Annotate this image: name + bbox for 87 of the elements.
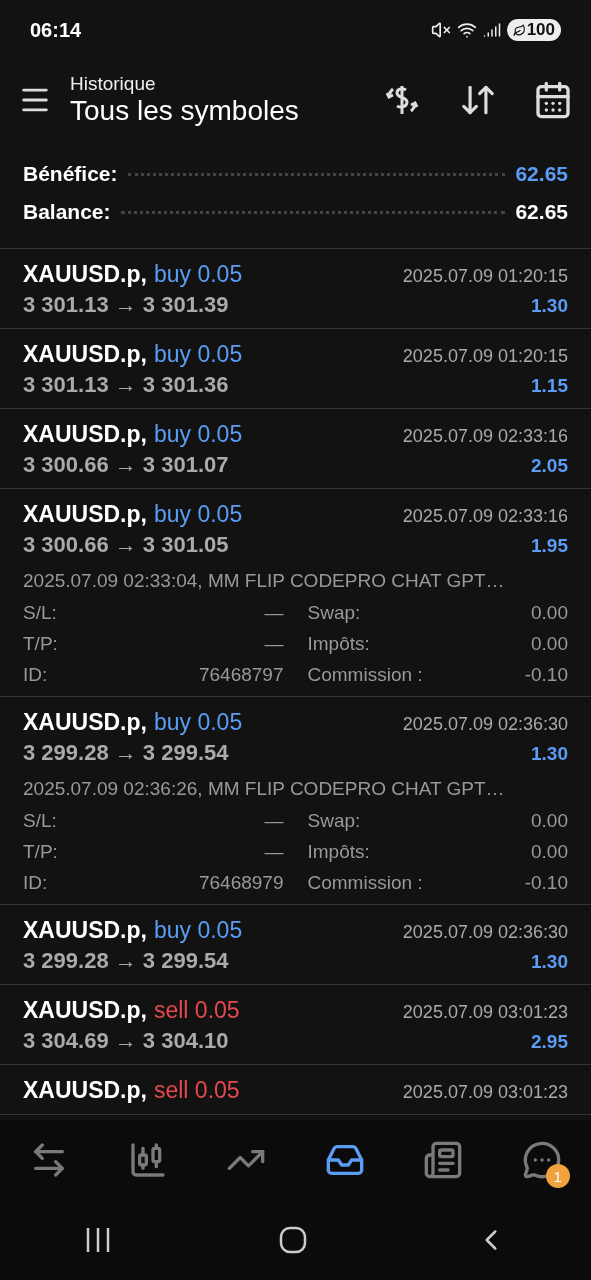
- detail-value: 76468979: [198, 872, 284, 894]
- trade-order: sell 0.05: [153, 997, 240, 1024]
- home-button[interactable]: [278, 1226, 307, 1254]
- detail-label: ID:: [23, 664, 48, 686]
- trade-profit: 1.30: [531, 295, 568, 317]
- trade-prices: 3 301.13 → 3 301.36: [23, 372, 229, 398]
- detail-label: Swap:: [307, 602, 361, 624]
- trade-profit: 2.05: [531, 455, 568, 477]
- detail-value: 76468797: [198, 664, 284, 686]
- trade-time: 2025.07.09 03:01:23: [402, 1002, 568, 1023]
- detail-label: S/L:: [23, 810, 57, 832]
- trade-symbol: XAUUSD.p,: [23, 501, 147, 528]
- summary-value: 62.65: [515, 162, 568, 186]
- trade-prices: 3 299.28 → 3 299.54: [23, 948, 229, 974]
- trade-order: buy 0.05: [153, 501, 243, 528]
- trade-time: 2025.07.09 02:33:16: [402, 426, 568, 447]
- detail-label: Commission :: [307, 872, 423, 894]
- calendar-button[interactable]: [533, 80, 573, 120]
- detail-value: —: [264, 633, 284, 655]
- trade-profit: 1.30: [531, 951, 568, 973]
- trade-prices: 3 300.66 → 3 301.05: [23, 532, 229, 558]
- trade-symbol: XAUUSD.p,: [23, 709, 147, 736]
- trade-time: 2025.07.09 01:20:15: [402, 346, 568, 367]
- detail-label: T/P:: [23, 841, 58, 863]
- trade-row[interactable]: XAUUSD.p, buy 0.05 2025.07.09 02:36:30 3 299.28 → 3 299.54 1.30 2025.07.09 02:36:26, MM FLIP CODEPRO CHAT GPT… S/L: — Swap: 0.00 T/P: — Impôts: 0.00 ID: 76468979 Commission : -0.10: [0, 697, 591, 905]
- wifi-icon: [456, 20, 477, 40]
- detail-value: -0.10: [524, 872, 568, 894]
- detail-label: ID:: [23, 872, 48, 894]
- trade-order: buy 0.05: [153, 261, 243, 288]
- trade-prices: 3 299.28 → 3 299.54: [23, 740, 229, 766]
- trade-comment: 2025.07.09 02:36:26, MM FLIP CODEPRO CHAT GPT…: [23, 778, 506, 800]
- summary-label: Bénéfice:: [23, 162, 118, 186]
- summary-value: 62.65: [515, 200, 568, 224]
- trade-row[interactable]: XAUUSD.p, sell 0.05 2025.07.09 03:01:23: [0, 1065, 591, 1115]
- detail-label: Swap:: [307, 810, 361, 832]
- trade-profit: 1.15: [531, 375, 568, 397]
- detail-value: -0.10: [524, 664, 568, 686]
- detail-label: T/P:: [23, 633, 58, 655]
- detail-value: 0.00: [531, 841, 568, 863]
- trade-profit: 1.30: [531, 743, 568, 765]
- trade-symbol: XAUUSD.p,: [23, 1077, 147, 1104]
- summary-label: Balance:: [23, 200, 111, 224]
- trade-prices: 3 301.13 → 3 301.39: [23, 292, 229, 318]
- trade-order: buy 0.05: [153, 421, 243, 448]
- trade-row[interactable]: XAUUSD.p, sell 0.05 2025.07.09 03:01:23 3 304.69 → 3 304.10 2.95: [0, 985, 591, 1065]
- battery-indicator: 100: [506, 19, 561, 41]
- detail-label: Impôts:: [307, 841, 370, 863]
- trade-comment: 2025.07.09 02:33:04, MM FLIP CODEPRO CHAT GPT…: [23, 570, 506, 592]
- home-icon: [278, 1226, 307, 1254]
- notification-badge: 1: [545, 1164, 570, 1188]
- trade-profit: 2.95: [531, 1031, 568, 1053]
- trade-profit: 1.95: [531, 535, 568, 557]
- trade-order: buy 0.05: [153, 917, 243, 944]
- detail-value: 0.00: [531, 810, 568, 832]
- trade-row[interactable]: XAUUSD.p, buy 0.05 2025.07.09 01:20:15 3 301.13 → 3 301.36 1.15: [0, 329, 591, 409]
- header-subtitle: Historique: [70, 73, 157, 95]
- trade-order: sell 0.05: [153, 1077, 240, 1104]
- trade-row[interactable]: XAUUSD.p, buy 0.05 2025.07.09 02:33:16 3 300.66 → 3 301.05 1.95 2025.07.09 02:33:04, MM FLIP CODEPRO CHAT GPT… S/L: — Swap: 0.00 T/P: — Impôts: 0.00 ID: 76468797 Commission : -0.10: [0, 489, 591, 697]
- trade-row[interactable]: XAUUSD.p, buy 0.05 2025.07.09 02:36:30 3 299.28 → 3 299.54 1.30: [0, 905, 591, 985]
- trade-time: 2025.07.09 02:33:16: [402, 506, 568, 527]
- detail-value: 0.00: [531, 633, 568, 655]
- trade-symbol: XAUUSD.p,: [23, 261, 147, 288]
- trade-row[interactable]: XAUUSD.p, buy 0.05 2025.07.09 01:20:15 3 301.13 → 3 301.39 1.30: [0, 249, 591, 329]
- detail-label: S/L:: [23, 602, 57, 624]
- trade-row[interactable]: XAUUSD.p, buy 0.05 2025.07.09 02:33:16 3 300.66 → 3 301.07 2.05: [0, 409, 591, 489]
- trade-order: buy 0.05: [153, 341, 243, 368]
- trade-time: 2025.07.09 01:20:15: [402, 266, 568, 287]
- detail-value: 0.00: [531, 602, 568, 624]
- trade-time: 2025.07.09 02:36:30: [402, 714, 568, 735]
- trade-prices: 3 300.66 → 3 301.07: [23, 452, 229, 478]
- detail-label: Commission :: [307, 664, 423, 686]
- trade-symbol: XAUUSD.p,: [23, 341, 147, 368]
- detail-value: —: [264, 602, 284, 624]
- trade-symbol: XAUUSD.p,: [23, 997, 147, 1024]
- header-title: Tous les symboles: [70, 95, 300, 127]
- trade-time: 2025.07.09 02:36:30: [402, 922, 568, 943]
- clock: 06:14: [30, 18, 82, 42]
- trade-prices: 3 304.69 → 3 304.10: [23, 1028, 229, 1054]
- detail-label: Impôts:: [307, 633, 370, 655]
- detail-value: —: [264, 841, 284, 863]
- mute-icon: [430, 20, 451, 40]
- signal-icon: [482, 21, 501, 39]
- trade-symbol: XAUUSD.p,: [23, 917, 147, 944]
- trade-order: buy 0.05: [153, 709, 243, 736]
- detail-value: —: [264, 810, 284, 832]
- trade-time: 2025.07.09 03:01:23: [402, 1082, 568, 1103]
- trade-symbol: XAUUSD.p,: [23, 421, 147, 448]
